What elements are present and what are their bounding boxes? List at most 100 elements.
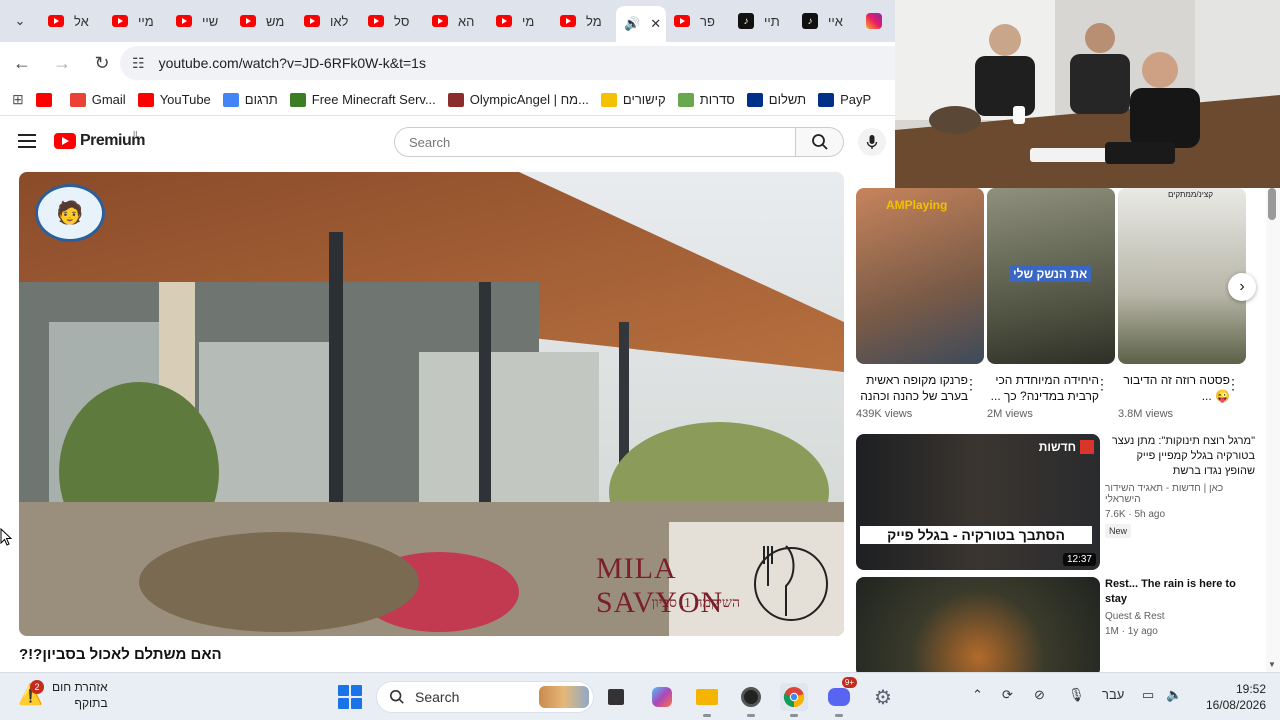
close-tab-icon[interactable]: ✕ (650, 16, 661, 32)
bookmark-item[interactable]: Gmail (64, 92, 132, 107)
no-internet-icon[interactable]: ⊘ (1034, 687, 1045, 703)
short-card[interactable]: AMPlaying פרנקו מקופה ראשית בערב של כהנה… (856, 188, 984, 420)
video-title[interactable]: "מרגל רוצח תינוקות": מתן נעצר בטורקיה בג… (1105, 434, 1255, 479)
site-info-icon[interactable]: ☷ (132, 55, 145, 72)
browser-tab[interactable]: פר (666, 5, 730, 37)
browser-tab[interactable]: אל (40, 5, 104, 37)
youtube-premium-logo[interactable]: Premium (54, 132, 145, 150)
more-options-icon[interactable]: ⋮ (964, 376, 978, 393)
browser-tab[interactable]: שיי (168, 5, 232, 37)
tab-label: פר (700, 13, 715, 29)
browser-tab[interactable]: הא (424, 5, 488, 37)
bookmark-item[interactable]: סדרות (672, 92, 741, 107)
browser-tab[interactable]: מיי (104, 5, 168, 37)
gear-icon: ⚙ (874, 686, 892, 709)
speaker-icon[interactable]: 🔊 (624, 16, 640, 32)
apps-button[interactable]: ⊞ (0, 91, 30, 108)
short-thumbnail[interactable]: קצינ/ממתקים (1118, 188, 1246, 364)
browser-tab[interactable]: ♪ תיי (730, 5, 794, 37)
bookmark-item[interactable]: תרגום (217, 92, 284, 107)
channel-avatar-overlay[interactable]: 🧑 (35, 184, 105, 242)
search-icon (811, 134, 828, 150)
video-title: האם משתלם לאכול בסביון?!? (19, 646, 222, 663)
bookmark-label: קישורים (622, 92, 666, 107)
search-button[interactable] (796, 127, 844, 157)
tab-label: שיי (202, 13, 219, 29)
network-icon[interactable]: ▭ (1142, 687, 1154, 703)
file-explorer-button[interactable] (693, 683, 721, 717)
task-view-button[interactable] (602, 683, 630, 711)
short-thumbnail[interactable]: AMPlaying (856, 188, 984, 364)
sync-icon[interactable]: ⟳ (1002, 687, 1013, 703)
search-input[interactable]: Search (394, 127, 796, 157)
taskbar-search[interactable]: Search (376, 681, 594, 713)
short-overlay-text: AMPlaying (886, 198, 948, 212)
short-title[interactable]: היחידה המיוחדת הכי קרבית במדינה? כך ... (987, 372, 1099, 404)
browser-tab[interactable]: מש (232, 5, 296, 37)
shorts-next-button[interactable]: › (1228, 273, 1256, 301)
short-views: 3.8M views (1118, 408, 1174, 420)
video-info: "מרגל רוצח תינוקות": מתן נעצר בטורקיה בג… (1105, 434, 1255, 539)
active-tab[interactable]: 🔊 ✕ (616, 6, 666, 42)
clock-time: 19:52 (1235, 682, 1266, 696)
video-title[interactable]: Rest... The rain is here to stay (1105, 577, 1255, 607)
short-card[interactable]: קצינ/ממתקים פסטה רוזה זה הדיבור 😜 ... 3.… (1118, 188, 1246, 420)
more-options-icon[interactable]: ⋮ (1095, 376, 1109, 393)
paypal-icon (746, 92, 763, 107)
browser-tab-strip: ⌄ אל מיי שיי מש לאו סל הא מי מל 🔊 ✕ פר ♪ תיי ♪ איי (0, 0, 895, 42)
recommended-video[interactable]: חדשות הסתבך בטורקיה - בגלל פייק 12:37 "מ… (856, 434, 1256, 574)
browser-tab[interactable]: מל (552, 5, 616, 37)
bookmark-item[interactable]: קישורים (595, 92, 672, 107)
short-title[interactable]: פרנקו מקופה ראשית בערב של כהנה וכהנה (856, 372, 968, 404)
bookmark-item[interactable]: OlympicAngel | מח... (442, 92, 595, 107)
browser-tab[interactable]: סל (360, 5, 424, 37)
page-scrollbar[interactable] (1266, 188, 1280, 672)
weather-widget[interactable]: ⚠️ 2 אזהרת חום בתוקף (18, 679, 108, 711)
bookmark-item[interactable]: YouTube (132, 92, 217, 107)
chrome-button[interactable] (780, 683, 808, 717)
settings-button[interactable]: ⚙ (869, 683, 897, 711)
short-title[interactable]: פסטה רוזה זה הדיבור 😜 ... (1118, 372, 1230, 404)
clock-date: 16/08/2026 (1205, 698, 1266, 712)
browser-tab[interactable]: לאו (296, 5, 360, 37)
channel-name[interactable]: Quest & Rest (1105, 611, 1255, 622)
discord-button[interactable]: 9+ (825, 677, 857, 717)
watermark-subtitle: השיקמה 1, סביון (651, 596, 740, 611)
short-card[interactable]: את הנשק שלי היחידה המיוחדת הכי קרבית במד… (987, 188, 1115, 420)
bookmark-label: Free Minecraft Serv... (311, 92, 436, 107)
bookmark-item[interactable]: PayP (812, 92, 877, 107)
voice-search-button[interactable] (858, 128, 886, 156)
scroll-down-arrow-icon[interactable]: ▼ (1268, 660, 1276, 669)
copilot-button[interactable] (648, 683, 676, 711)
bookmark-item[interactable]: תשלום (741, 92, 812, 107)
browser-tab[interactable]: ♪ איי (794, 5, 858, 37)
more-options-icon[interactable]: ⋮ (1226, 376, 1240, 393)
video-thumbnail[interactable]: חדשות הסתבך בטורקיה - בגלל פייק 12:37 (856, 434, 1100, 570)
hamburger-menu-icon[interactable] (18, 134, 36, 148)
volume-icon[interactable]: 🔈 (1166, 687, 1182, 703)
tiktok-icon: ♪ (802, 13, 818, 29)
address-bar[interactable]: ☷ youtube.com/watch?v=JD-6RFk0W-k&t=1s (120, 46, 910, 80)
bookmark-item[interactable]: Free Minecraft Serv... (284, 92, 442, 107)
video-player[interactable]: 🧑 MILA SAVYON השיקמה 1, סביון (19, 172, 844, 636)
url-text[interactable]: youtube.com/watch?v=JD-6RFk0W-k&t=1s (159, 55, 426, 71)
browser-tab[interactable]: מי (488, 5, 552, 37)
back-button[interactable]: ← (4, 45, 40, 81)
reload-button[interactable]: ↻ (84, 45, 120, 81)
news-tag: חדשות (1039, 440, 1094, 454)
start-button[interactable] (338, 685, 362, 709)
bookmark-item[interactable] (30, 92, 64, 107)
short-thumbnail[interactable]: את הנשק שלי (987, 188, 1115, 364)
forward-button[interactable]: → (44, 45, 80, 81)
news-tag-label: חדשות (1038, 440, 1076, 454)
tab-instagram[interactable] (858, 5, 888, 37)
app-button[interactable] (737, 683, 765, 717)
video-thumbnail[interactable] (856, 577, 1100, 677)
channel-name[interactable]: כאן | חדשות - תאגיד השידור הישראלי (1105, 483, 1255, 505)
microphone-tray-icon[interactable]: 🎙 (1068, 687, 1085, 703)
show-hidden-icons-icon[interactable]: ⌃ (972, 687, 983, 703)
system-clock[interactable]: 19:52 16/08/2026 (1200, 681, 1266, 713)
tab-search-dropdown[interactable]: ⌄ (0, 0, 40, 42)
input-language[interactable]: עבר (1102, 687, 1124, 702)
scrollbar-thumb[interactable] (1268, 188, 1276, 220)
